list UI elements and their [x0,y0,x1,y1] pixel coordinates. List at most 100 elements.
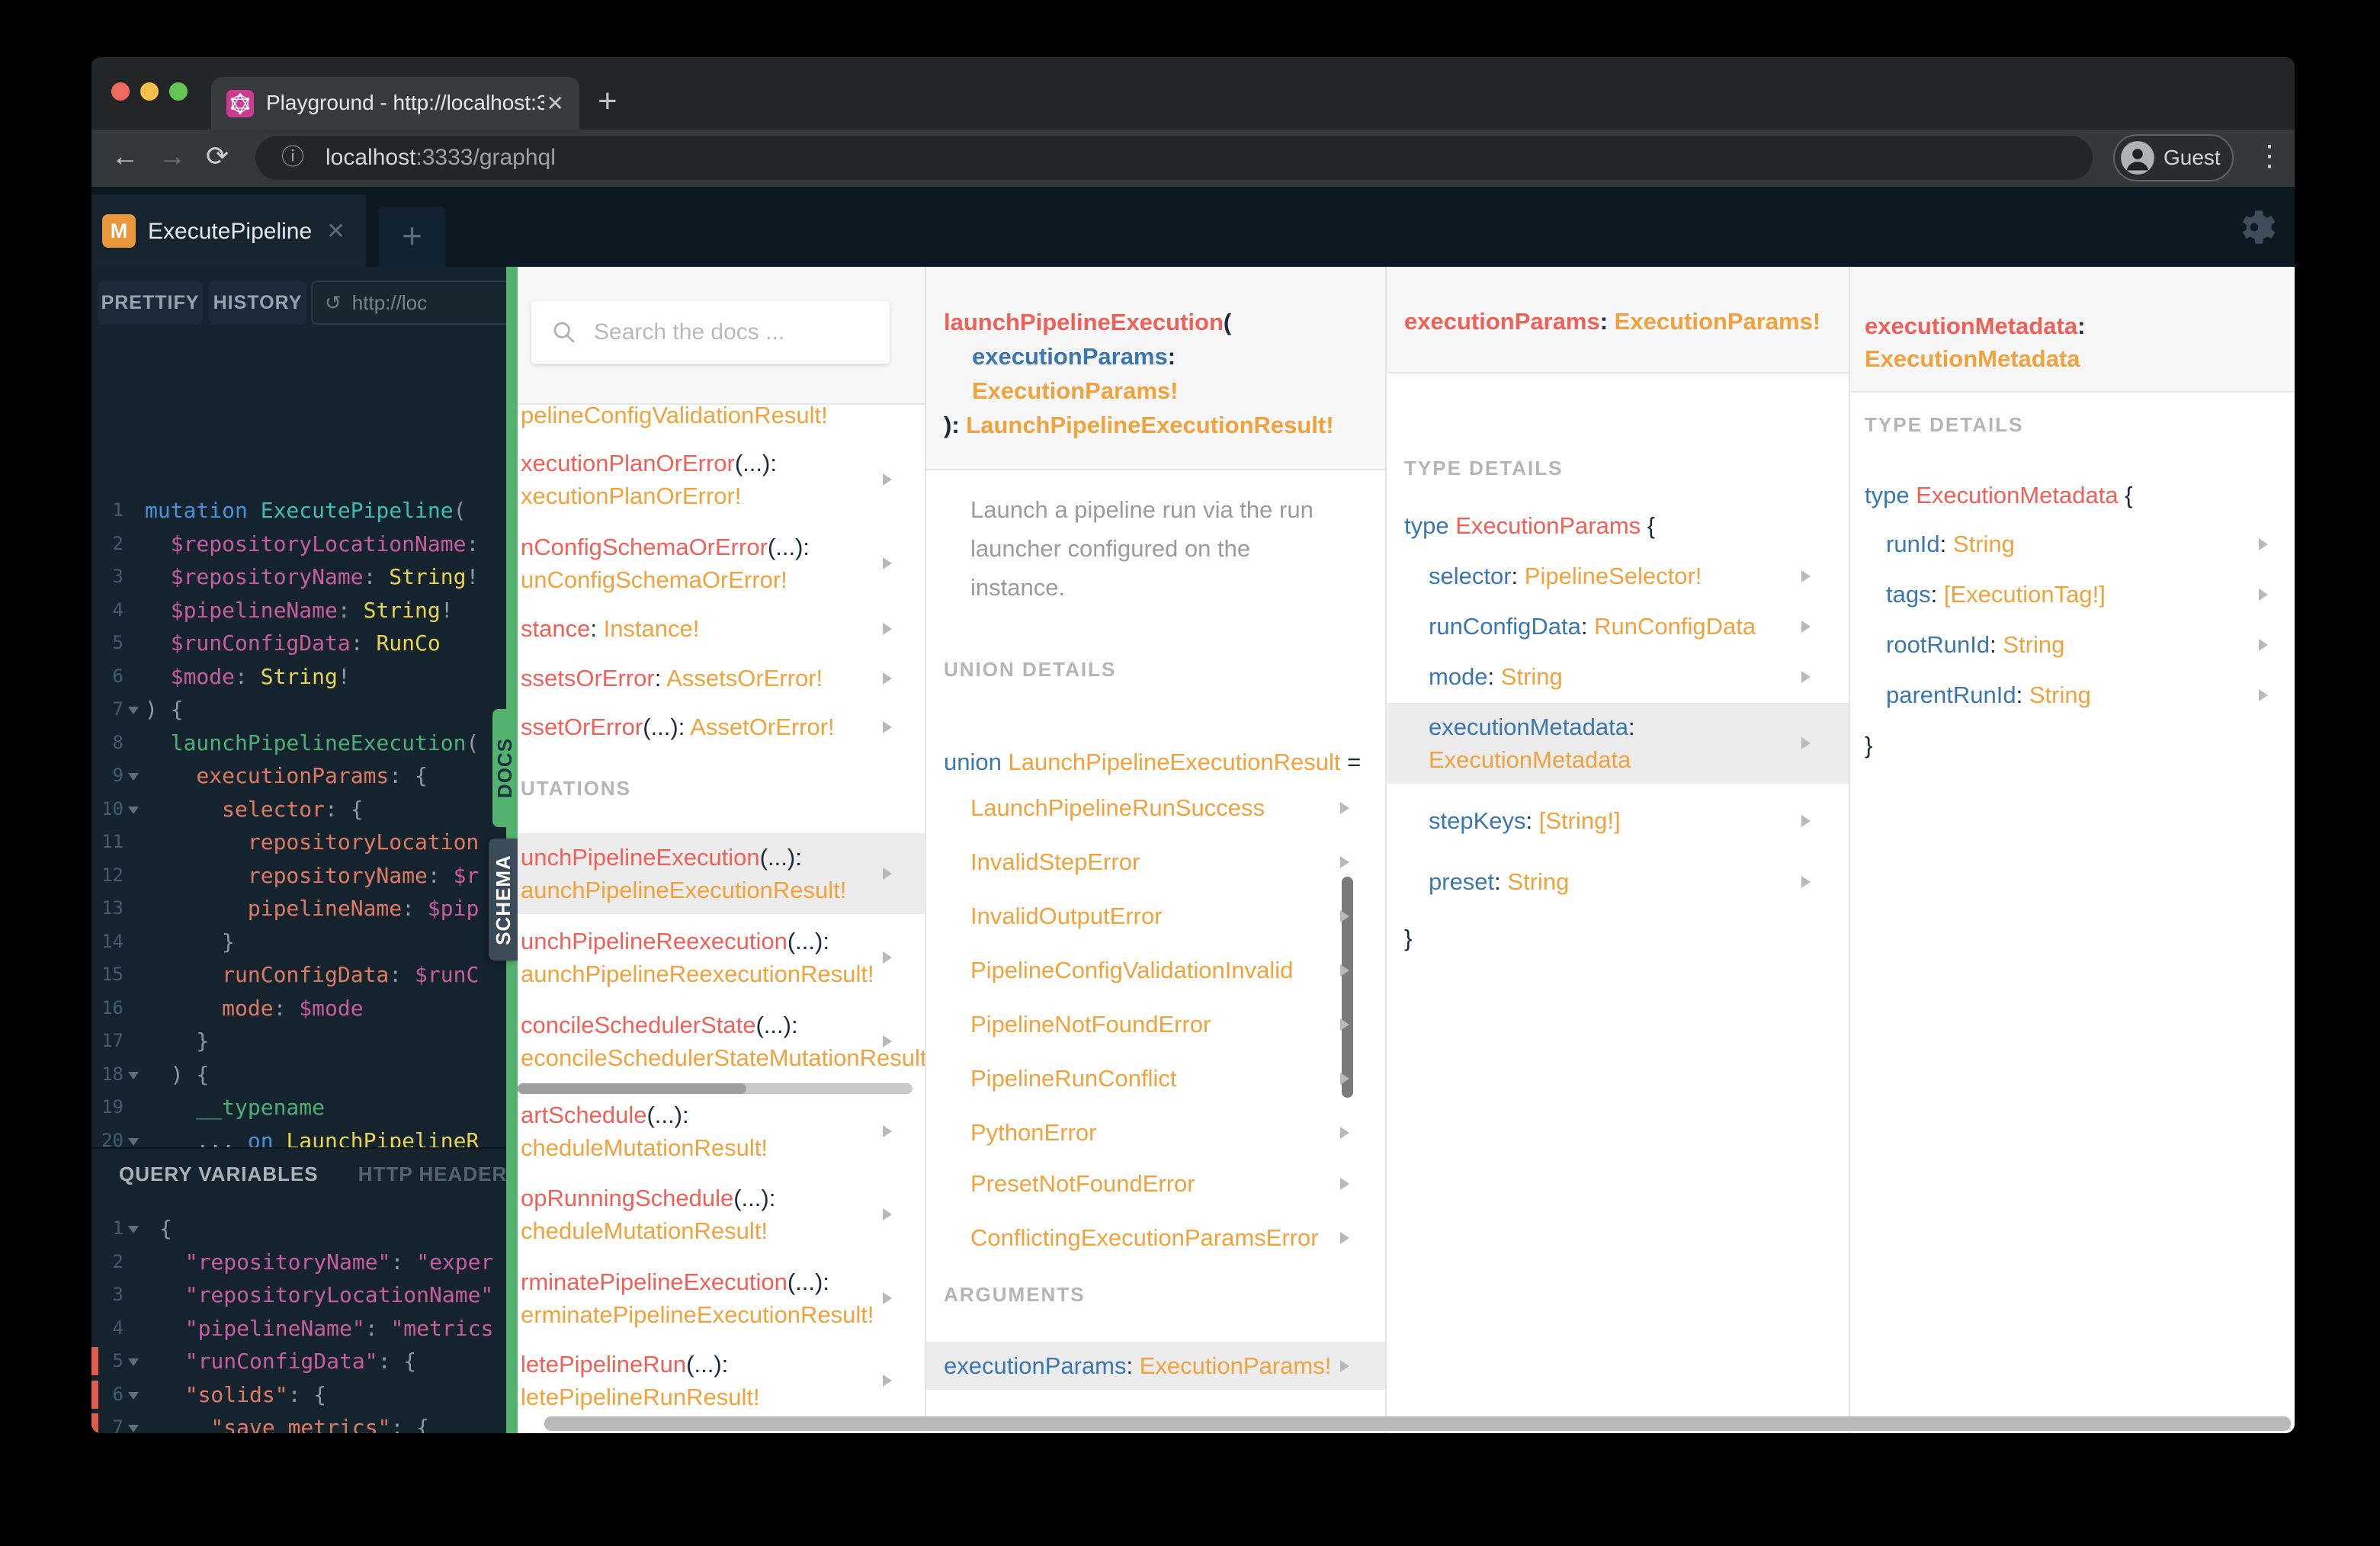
doc-row[interactable]: union LaunchPipelineExecutionResult = [926,738,1385,786]
doc-row[interactable]: PipelineRunConflict [926,1054,1385,1102]
code-line[interactable]: 3 $repositoryName: String! [91,560,506,594]
site-info-icon[interactable]: ⓘ [281,136,304,180]
chevron-right-icon[interactable] [1340,801,1349,814]
new-playground-tab-button[interactable]: + [379,207,445,267]
doc-row[interactable]: unchPipelineReexecution(...): aunchPipeli… [518,917,925,998]
chevron-right-icon[interactable] [1801,737,1811,749]
chevron-right-icon[interactable] [883,622,892,635]
code-line[interactable]: 10 selector: { [91,793,506,826]
profile-button[interactable]: Guest [2113,134,2234,181]
chevron-right-icon[interactable] [883,557,892,569]
doc-row[interactable]: } [1851,721,2294,769]
browser-menu-icon[interactable]: ⋮ [2255,139,2284,173]
doc-row[interactable]: tags: [ExecutionTag!] [1851,570,2294,618]
doc-row[interactable]: letePipelineRun(...): letePipelineRunResu… [518,1340,925,1421]
chevron-right-icon[interactable] [2259,638,2268,651]
code-line[interactable]: 5 $runConfigData: RunCo [91,627,506,660]
chevron-right-icon[interactable] [883,1208,892,1220]
doc-row[interactable]: mode: String [1387,653,1849,701]
code-line[interactable]: 2 "repositoryName": "exper [91,1246,506,1279]
fold-caret-icon[interactable] [128,1425,139,1432]
chevron-right-icon[interactable] [883,1292,892,1304]
doc-row[interactable]: type ExecutionParams { [1387,502,1849,550]
tab-http-headers[interactable]: HTTP HEADERS [358,1163,521,1185]
close-window-button[interactable] [111,82,130,101]
code-line[interactable]: 15 runConfigData: $runC [91,958,506,992]
fold-caret-icon[interactable] [128,806,139,814]
code-line[interactable]: 18 ) { [91,1058,506,1092]
chevron-right-icon[interactable] [1340,1018,1349,1031]
doc-row[interactable]: PipelineNotFoundError [926,1000,1385,1048]
close-playground-tab-icon[interactable]: ✕ [326,218,345,245]
fold-caret-icon[interactable] [128,1391,139,1400]
doc-row[interactable]: concileSchedulerState(...): econcileSched… [518,1001,925,1082]
code-line[interactable]: 19 __typename [91,1091,506,1124]
doc-row[interactable]: unchPipelineExecution(...): aunchPipeline… [518,833,925,914]
docs-side-tab[interactable]: DOCS [492,709,518,827]
fold-caret-icon[interactable] [128,773,139,781]
chevron-right-icon[interactable] [2259,537,2268,550]
playground-tab-executepipeline[interactable]: M ExecutePipeline ✕ [91,194,366,267]
doc-row[interactable]: selector: PipelineSelector! [1387,552,1849,600]
code-line[interactable]: 16 mode: $mode [91,992,506,1025]
chevron-right-icon[interactable] [1340,1359,1349,1372]
doc-row[interactable]: } [1387,914,1849,962]
close-tab-icon[interactable]: ✕ [547,91,564,116]
tab-query-variables[interactable]: QUERY VARIABLES [119,1163,319,1185]
code-line[interactable]: 7 "save metrics": { [91,1411,506,1433]
code-line[interactable]: 4 "pipelineName": "metrics [91,1312,506,1346]
code-line[interactable]: 13 pipelineName: $pip [91,892,506,925]
prettify-button[interactable]: PRETTIFY [98,281,203,325]
code-line[interactable]: 14 } [91,925,506,959]
doc-row[interactable]: runConfigData: RunConfigData [1387,602,1849,650]
chevron-right-icon[interactable] [883,672,892,685]
fold-caret-icon[interactable] [128,1226,139,1233]
chevron-right-icon[interactable] [2259,588,2268,601]
doc-row[interactable]: type ExecutionMetadata { [1851,471,2294,519]
chevron-right-icon[interactable] [1340,1231,1349,1244]
code-line[interactable]: 11 repositoryLocation [91,826,506,859]
chevron-right-icon[interactable] [1801,569,1811,582]
doc-row[interactable]: parentRunId: String [1851,671,2294,719]
search-input[interactable] [592,301,874,364]
chevron-right-icon[interactable] [1340,1177,1349,1190]
doc-row[interactable]: preset: String [1387,858,1849,906]
doc-row[interactable]: stance: Instance! [518,605,925,653]
chevron-right-icon[interactable] [1801,670,1811,683]
chevron-right-icon[interactable] [1801,814,1811,827]
doc-row[interactable]: InvalidOutputError [926,892,1385,940]
reload-icon[interactable]: ⟳ [206,140,229,172]
chevron-right-icon[interactable] [1340,909,1349,922]
code-line[interactable]: 8 launchPipelineExecution( [91,726,506,760]
doc-row[interactable]: InvalidStepError [926,838,1385,886]
chevron-right-icon[interactable] [1801,875,1811,888]
chevron-right-icon[interactable] [2259,688,2268,701]
code-line[interactable]: 6 $mode: String! [91,660,506,694]
back-icon[interactable]: ← [111,140,139,172]
doc-row[interactable]: PythonError [926,1108,1385,1156]
chevron-right-icon[interactable] [1801,620,1811,633]
code-line[interactable]: 9 executionParams: { [91,759,506,793]
variables-code[interactable]: 1{2 "repositoryName": "exper 3 "repositor… [91,1212,506,1433]
browser-tab[interactable]: Playground - http://localhost:3 ✕ [211,77,579,130]
chevron-right-icon[interactable] [883,720,892,733]
code-line[interactable]: 3 "repositoryLocationName" [91,1278,506,1312]
code-line[interactable]: 1 mutation ExecutePipeline( [91,494,506,528]
chevron-right-icon[interactable] [883,951,892,964]
doc-row[interactable]: rminatePipelineExecution(...): erminatePi… [518,1258,925,1339]
doc-row[interactable]: rootRunId: String [1851,621,2294,669]
fold-caret-icon[interactable] [128,1137,139,1146]
code-line[interactable]: 12 repositoryName: $r [91,859,506,893]
doc-row[interactable]: artSchedule(...): cheduleMutationResult! [518,1091,925,1172]
code-line[interactable]: 17 } [91,1025,506,1058]
url-bar[interactable]: ⓘ localhost:3333/graphql [255,136,2093,180]
chevron-right-icon[interactable] [883,473,892,486]
code-line[interactable]: 2 $repositoryLocationName: [91,528,506,561]
code-line[interactable]: 6 "solids": { [91,1378,506,1412]
code-line[interactable]: 4 $pipelineName: String! [91,594,506,627]
history-button[interactable]: HISTORY [209,281,306,325]
fold-caret-icon[interactable] [128,707,139,714]
doc-row[interactable]: pelineConfigValidationResult! [518,391,925,439]
doc-row[interactable]: runId: String [1851,520,2294,568]
chevron-right-icon[interactable] [1340,855,1349,868]
